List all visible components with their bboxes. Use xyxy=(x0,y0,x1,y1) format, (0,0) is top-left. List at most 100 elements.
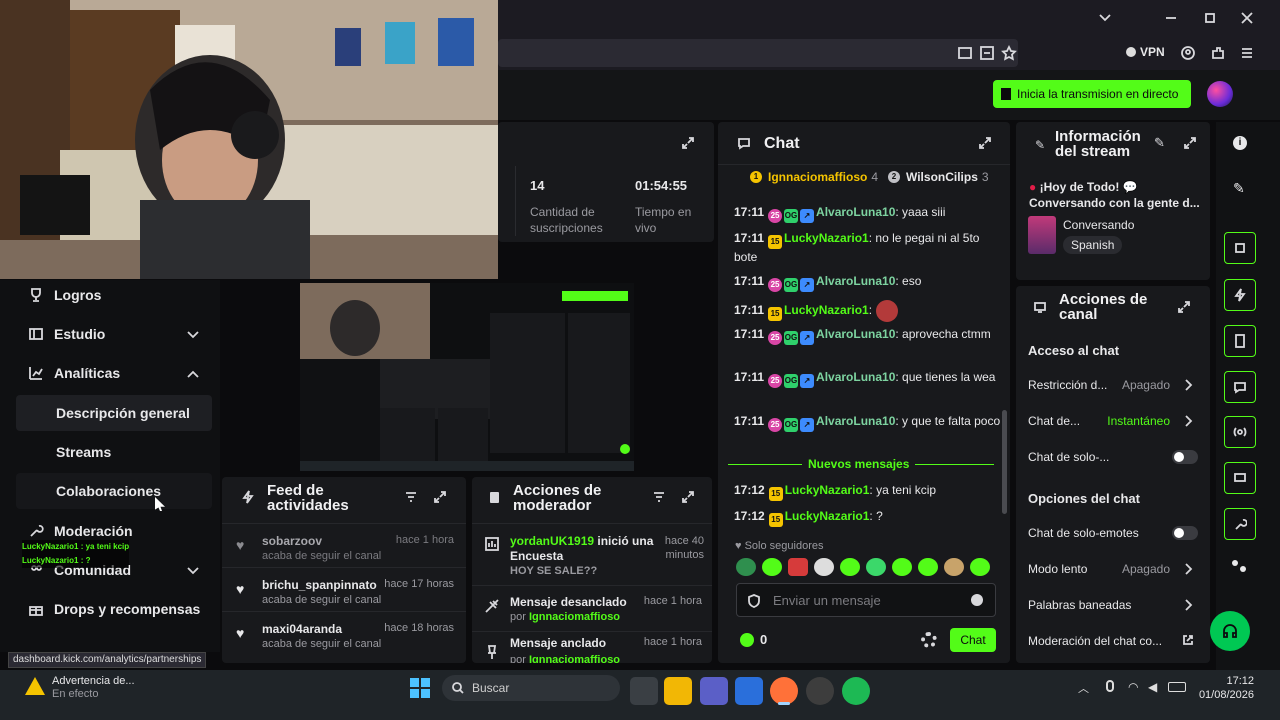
menu-icon[interactable] xyxy=(1239,45,1255,61)
rail-button-chat[interactable] xyxy=(1224,371,1256,403)
emote-icon[interactable] xyxy=(736,558,756,576)
popout-icon[interactable] xyxy=(1177,300,1191,314)
filter-icon[interactable] xyxy=(404,490,418,504)
chat-username[interactable]: LuckyNazario1 xyxy=(784,231,869,245)
sidebar-item-analiticas[interactable]: Analíticas xyxy=(16,355,212,391)
rail-button-bolt[interactable] xyxy=(1224,279,1256,311)
banned-words-row[interactable]: Palabras baneadas xyxy=(1028,595,1198,615)
chat-delay-row[interactable]: Chat de... Instantáneo xyxy=(1028,411,1198,431)
emote-icon[interactable] xyxy=(918,558,938,576)
chat-message[interactable]: 17:12 15 LuckyNazario1: ya teni kcip xyxy=(734,482,1004,501)
edit-icon[interactable]: ✎ xyxy=(1154,135,1165,151)
emote-icon[interactable] xyxy=(866,558,886,576)
account-icon[interactable] xyxy=(1180,45,1196,61)
address-bar[interactable] xyxy=(498,39,1018,67)
task-view-icon[interactable] xyxy=(630,677,658,705)
chat-username[interactable]: LuckyNazario1 xyxy=(784,303,869,317)
restore-icon[interactable] xyxy=(1203,11,1217,25)
emote-icon[interactable] xyxy=(788,558,808,576)
go-live-button[interactable]: Inicia la transmision en directo xyxy=(993,80,1191,108)
firefox-icon[interactable] xyxy=(770,677,798,705)
rail-button-wrench[interactable] xyxy=(1224,508,1256,540)
automod-row[interactable]: Moderación del chat co... xyxy=(1028,631,1198,651)
slow-mode-row[interactable]: Modo lento Apagado xyxy=(1028,559,1198,579)
microphone-icon[interactable] xyxy=(1106,680,1114,692)
rail-button-broadcast[interactable] xyxy=(1224,416,1256,448)
emote-icon[interactable] xyxy=(814,558,834,576)
weather-widget[interactable]: Advertencia de... En efecto xyxy=(52,675,135,701)
top-gifter[interactable]: 2 WilsonCilips 3 xyxy=(888,170,989,184)
chat-scrollbar[interactable] xyxy=(1002,410,1007,514)
popout-icon[interactable] xyxy=(433,490,447,504)
picture-in-picture-icon[interactable] xyxy=(957,45,973,61)
extensions-icon[interactable] xyxy=(1210,45,1226,61)
bookmark-star-icon[interactable] xyxy=(1001,45,1017,61)
chat-message[interactable]: 17:11 25 OG ↗ AlvaroLuna10: aprovecha ctmm xyxy=(734,326,1004,345)
sidebar-item-streams[interactable]: Streams xyxy=(16,434,212,470)
sidebar-item-estudio[interactable]: Estudio xyxy=(16,316,212,352)
volume-icon[interactable]: ◀ xyxy=(1148,680,1157,694)
send-chat-button[interactable]: Chat xyxy=(950,628,996,652)
emote-icon[interactable] xyxy=(892,558,912,576)
chat-message[interactable]: 17:11 15 LuckyNazario1: no le pegai ni al … xyxy=(734,230,1004,266)
apps-icon[interactable] xyxy=(1232,560,1246,572)
chat-username[interactable]: AlvaroLuna10 xyxy=(816,205,895,219)
chat-message[interactable]: 17:11 25 OG ↗ AlvaroLuna10: yaaa siii xyxy=(734,204,1004,223)
emote-icon[interactable] xyxy=(840,558,860,576)
spotify-icon[interactable] xyxy=(842,677,870,705)
chat-username[interactable]: LuckyNazario1 xyxy=(785,509,870,523)
chat-username[interactable]: AlvaroLuna10 xyxy=(816,327,895,341)
info-icon[interactable]: i xyxy=(1233,136,1247,150)
tab-list-chevron-icon[interactable] xyxy=(1098,11,1112,25)
popout-icon[interactable] xyxy=(1183,136,1197,150)
emoji-icon[interactable] xyxy=(971,594,983,606)
chat-username[interactable]: LuckyNazario1 xyxy=(785,483,870,497)
edit-pencil-icon[interactable]: ✎ xyxy=(1233,180,1245,197)
obs-icon[interactable] xyxy=(806,677,834,705)
chat-message[interactable]: 17:11 25 OG ↗ AlvaroLuna10: que tienes la we… xyxy=(734,369,1004,388)
chat-restriction-row[interactable]: Restricción d... Apagado xyxy=(1028,375,1198,395)
taskbar-search[interactable]: Buscar xyxy=(442,675,620,701)
windows-start-icon[interactable] xyxy=(410,678,430,698)
tray-overflow-icon[interactable]: ︿ xyxy=(1078,680,1089,696)
battery-icon[interactable] xyxy=(1168,682,1186,692)
teams-icon[interactable] xyxy=(700,677,728,705)
emote-icon[interactable] xyxy=(970,558,990,576)
chat-username[interactable]: AlvaroLuna10 xyxy=(816,370,895,384)
channel-points[interactable]: 0 xyxy=(740,632,767,647)
chat-username[interactable]: AlvaroLuna10 xyxy=(816,274,895,288)
sidebar-item-logros[interactable]: Logros xyxy=(16,277,212,313)
top-gifter[interactable]: 1 Ignnaciomaffioso 4 xyxy=(750,170,878,184)
close-window-icon[interactable] xyxy=(1240,11,1254,25)
sidebar-item-drops[interactable]: Drops y recompensas xyxy=(16,591,212,627)
store-icon[interactable] xyxy=(735,677,763,705)
chat-username[interactable]: AlvaroLuna10 xyxy=(816,414,895,428)
emote-icon[interactable] xyxy=(944,558,964,576)
minimize-icon[interactable] xyxy=(1164,11,1178,25)
followers-only-toggle[interactable] xyxy=(1172,450,1198,464)
settings-gear-icon[interactable] xyxy=(921,632,937,648)
emotes-only-toggle[interactable] xyxy=(1172,526,1198,540)
popout-icon[interactable] xyxy=(681,136,695,150)
category-name[interactable]: Conversando xyxy=(1063,218,1134,232)
filter-icon[interactable] xyxy=(652,490,666,504)
rail-button-document[interactable] xyxy=(1224,325,1256,357)
chat-message[interactable]: 17:12 15 LuckyNazario1: ? xyxy=(734,508,1004,527)
support-button[interactable] xyxy=(1210,611,1250,651)
popout-icon[interactable] xyxy=(681,490,695,504)
emote-icon[interactable] xyxy=(762,558,782,576)
user-avatar[interactable] xyxy=(1207,81,1233,107)
rail-button-monitor[interactable] xyxy=(1224,462,1256,494)
rail-button-scan[interactable] xyxy=(1224,232,1256,264)
sidebar-item-colaboraciones[interactable]: Colaboraciones xyxy=(16,473,212,509)
chat-message[interactable]: 17:11 25 OG ↗ AlvaroLuna10: eso xyxy=(734,273,1004,292)
clock[interactable]: 17:12 01/08/2026 xyxy=(1196,674,1254,702)
save-to-pocket-icon[interactable] xyxy=(979,45,995,61)
chat-input[interactable]: Enviar un mensaje xyxy=(736,583,996,617)
file-explorer-icon[interactable] xyxy=(664,677,692,705)
wifi-icon[interactable]: ◠ xyxy=(1128,680,1138,694)
chat-message[interactable]: 17:11 25 OG ↗ AlvaroLuna10: y que te falta p… xyxy=(734,413,1004,432)
popout-icon[interactable] xyxy=(978,136,992,150)
vpn-button[interactable]: VPN xyxy=(1126,45,1165,59)
sidebar-item-descripcion-general[interactable]: Descripción general xyxy=(16,395,212,431)
